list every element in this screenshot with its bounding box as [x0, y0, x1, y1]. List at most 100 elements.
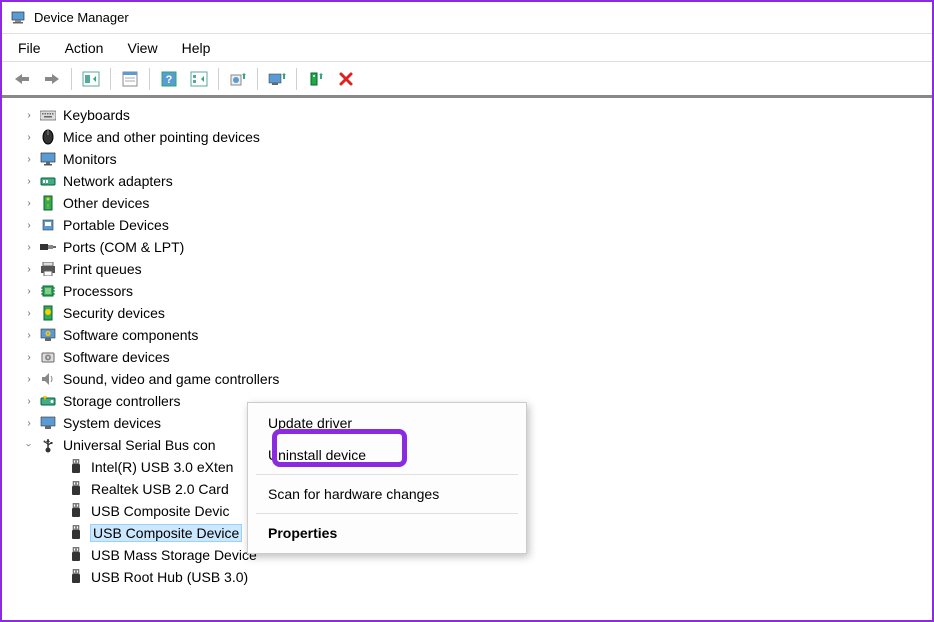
tree-item-monitors[interactable]: › Monitors: [22, 148, 932, 170]
tree-item-processors[interactable]: › Processors: [22, 280, 932, 302]
ctx-uninstall-device[interactable]: Uninstall device: [248, 439, 526, 471]
toolbar-separator: [218, 68, 219, 90]
tree-item-usb-root-hub-usb-3-0-[interactable]: USB Root Hub (USB 3.0): [50, 566, 932, 588]
tree-item-network-adapters[interactable]: › Network adapters: [22, 170, 932, 192]
toolbar-separator: [149, 68, 150, 90]
tree-item-label: Print queues: [63, 261, 142, 277]
svg-text:!: !: [47, 204, 49, 211]
tree-item-security-devices[interactable]: › Security devices: [22, 302, 932, 324]
usb-plug-icon: [67, 480, 85, 498]
system-icon: [39, 414, 57, 432]
tree-item-software-devices[interactable]: › Software devices: [22, 346, 932, 368]
expander-icon[interactable]: ›: [22, 108, 36, 122]
usb-plug-icon: [67, 502, 85, 520]
expander-icon[interactable]: ›: [22, 130, 36, 144]
title-bar: Device Manager: [2, 2, 932, 34]
tree-item-software-components[interactable]: › Software components: [22, 324, 932, 346]
menu-view[interactable]: View: [115, 36, 169, 60]
software-dev-icon: [39, 348, 57, 366]
expander-icon[interactable]: ›: [22, 174, 36, 188]
expander-icon[interactable]: ›: [22, 196, 36, 210]
menu-bar: File Action View Help: [2, 34, 932, 62]
tree-item-print-queues[interactable]: › Print queues: [22, 258, 932, 280]
back-button[interactable]: [8, 66, 36, 92]
tree-item-label: Other devices: [63, 195, 149, 211]
usb-plug-icon: [67, 524, 85, 542]
toolbar-separator: [257, 68, 258, 90]
portable-icon: [39, 216, 57, 234]
expander-icon[interactable]: ›: [22, 262, 36, 276]
mouse-icon: [39, 128, 57, 146]
tree-item-label: System devices: [63, 415, 161, 431]
tree-item-ports-com-lpt-[interactable]: › Ports (COM & LPT): [22, 236, 932, 258]
detail-view-button[interactable]: [185, 66, 213, 92]
cpu-icon: [39, 282, 57, 300]
monitor-icon: [39, 150, 57, 168]
tree-item-keyboards[interactable]: › Keyboards: [22, 104, 932, 126]
properties-button[interactable]: [116, 66, 144, 92]
tree-item-label: Realtek USB 2.0 Card: [91, 481, 229, 497]
tree-item-label: Mice and other pointing devices: [63, 129, 260, 145]
menu-file[interactable]: File: [6, 36, 53, 60]
expander-icon[interactable]: ›: [22, 394, 36, 408]
keyboard-icon: [39, 106, 57, 124]
tree-item-label: Storage controllers: [63, 393, 181, 409]
show-hide-tree-button[interactable]: [77, 66, 105, 92]
tree-item-label: Security devices: [63, 305, 165, 321]
security-icon: [39, 304, 57, 322]
tree-item-label: Portable Devices: [63, 217, 169, 233]
tree-item-label: Software devices: [63, 349, 170, 365]
usb-plug-icon: [67, 458, 85, 476]
expander-icon[interactable]: ›: [22, 328, 36, 342]
usb-icon: [39, 436, 57, 454]
tree-item-label: Network adapters: [63, 173, 173, 189]
storage-icon: [39, 392, 57, 410]
tree-item-sound-video-and-game-controllers[interactable]: › Sound, video and game controllers: [22, 368, 932, 390]
add-legacy-button[interactable]: [302, 66, 330, 92]
expander-icon[interactable]: ›: [22, 416, 36, 430]
tree-item-label: USB Composite Device: [91, 525, 241, 541]
expander-icon[interactable]: ›: [22, 350, 36, 364]
context-menu: Update driver Uninstall device Scan for …: [247, 402, 527, 554]
expander-icon[interactable]: ›: [22, 306, 36, 320]
expander-spacer: [50, 460, 64, 474]
ctx-scan-hardware[interactable]: Scan for hardware changes: [248, 478, 526, 510]
usb-plug-icon: [67, 546, 85, 564]
ctx-separator: [256, 474, 518, 475]
tree-item-label: Software components: [63, 327, 198, 343]
forward-button[interactable]: [38, 66, 66, 92]
window-title: Device Manager: [34, 10, 129, 25]
update-driver-button[interactable]: [224, 66, 252, 92]
menu-action[interactable]: Action: [53, 36, 116, 60]
expander-icon[interactable]: ›: [22, 372, 36, 386]
expander-icon[interactable]: ›: [22, 240, 36, 254]
port-icon: [39, 238, 57, 256]
toolbar: ?: [2, 62, 932, 98]
other-icon: !: [39, 194, 57, 212]
help-button[interactable]: ?: [155, 66, 183, 92]
tree-item-mice-and-other-pointing-devices[interactable]: › Mice and other pointing devices: [22, 126, 932, 148]
expander-icon[interactable]: ›: [22, 438, 36, 452]
network-icon: [39, 172, 57, 190]
tree-item-other-devices[interactable]: › ! Other devices: [22, 192, 932, 214]
expander-spacer: [50, 482, 64, 496]
expander-spacer: [50, 504, 64, 518]
ctx-update-driver[interactable]: Update driver: [248, 407, 526, 439]
tree-item-label: Processors: [63, 283, 133, 299]
expander-spacer: [50, 548, 64, 562]
printer-icon: [39, 260, 57, 278]
sound-icon: [39, 370, 57, 388]
tree-item-label: USB Composite Devic: [91, 503, 230, 519]
expander-icon[interactable]: ›: [22, 284, 36, 298]
tree-item-label: USB Root Hub (USB 3.0): [91, 569, 248, 585]
menu-help[interactable]: Help: [170, 36, 223, 60]
usb-plug-icon: [67, 568, 85, 586]
ctx-properties[interactable]: Properties: [248, 517, 526, 549]
expander-icon[interactable]: ›: [22, 218, 36, 232]
scan-hardware-button[interactable]: [263, 66, 291, 92]
delete-button[interactable]: [332, 66, 360, 92]
toolbar-separator: [110, 68, 111, 90]
tree-item-portable-devices[interactable]: › Portable Devices: [22, 214, 932, 236]
expander-icon[interactable]: ›: [22, 152, 36, 166]
ctx-separator: [256, 513, 518, 514]
